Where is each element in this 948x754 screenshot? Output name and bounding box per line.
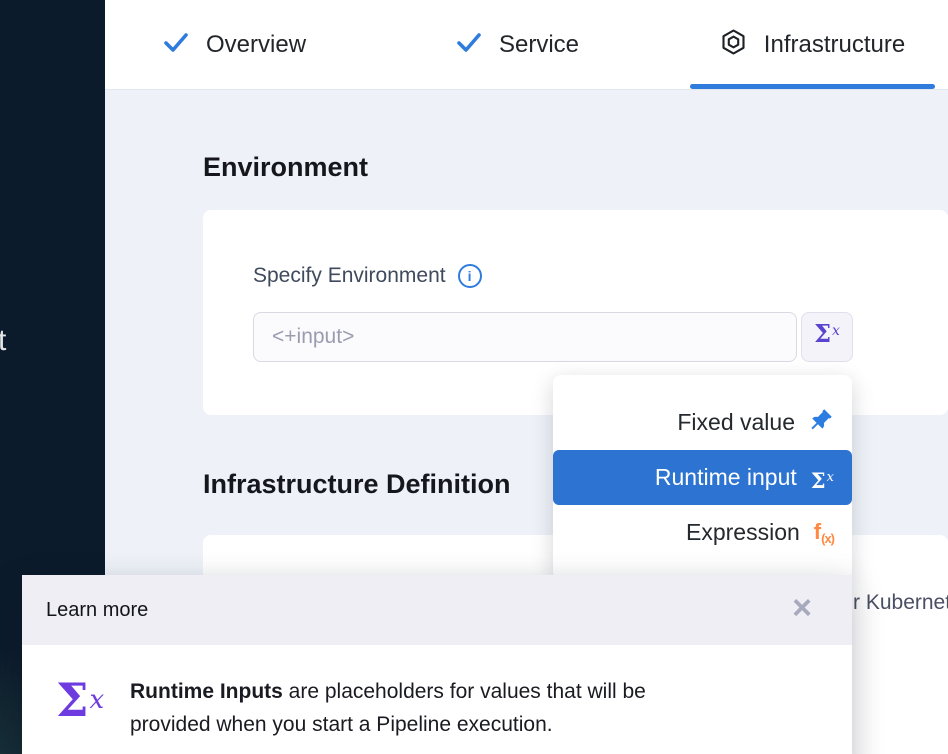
pin-icon: [809, 407, 834, 438]
hexagon-icon: [720, 28, 747, 63]
sidebar-clipped-text: t: [0, 324, 6, 358]
specify-environment-label-row: Specify Environment i: [253, 264, 482, 288]
multi-type-button[interactable]: Σ x: [801, 312, 853, 362]
menu-item-fixed-value[interactable]: Fixed value: [553, 395, 852, 450]
menu-item-runtime-input[interactable]: Runtime input Σ x: [553, 450, 852, 505]
check-icon: [456, 31, 482, 60]
popover-header: Learn more ×: [22, 575, 852, 645]
infrastructure-definition-heading: Infrastructure Definition: [203, 469, 511, 500]
menu-item-label: Runtime input: [655, 464, 797, 491]
tab-service-label: Service: [499, 31, 579, 59]
tab-infrastructure[interactable]: Infrastructure: [690, 0, 935, 90]
tab-infrastructure-label: Infrastructure: [764, 31, 905, 59]
popover-body: Σ x Runtime Inputs are placeholders for …: [22, 645, 852, 741]
menu-item-label: Fixed value: [677, 409, 795, 436]
info-icon[interactable]: i: [458, 264, 482, 288]
tab-overview-label: Overview: [206, 31, 306, 59]
infrastructure-step-page: t Overview Service Infrastructure: [0, 0, 948, 754]
sigma-x-icon: Σ: [814, 322, 831, 346]
sigma-x-icon: Σ x: [56, 677, 104, 723]
fx-icon: f(x): [814, 521, 834, 545]
specify-environment-label: Specify Environment: [253, 264, 446, 288]
value-type-dropdown: Fixed value Runtime input Σ x Expression…: [553, 375, 852, 580]
menu-item-label: Expression: [686, 519, 800, 546]
clipped-kubernetes-text: r Kubernetes: [853, 591, 948, 615]
tab-overview[interactable]: Overview: [163, 0, 306, 90]
menu-item-expression[interactable]: Expression f(x): [553, 505, 852, 560]
sigma-x-icon: Σ x: [811, 470, 834, 491]
learn-more-popover: Learn more × Σ x Runtime Inputs are plac…: [22, 575, 852, 754]
environment-input-row: Σ x: [253, 312, 853, 362]
step-tab-bar: Overview Service Infrastructure: [105, 0, 948, 90]
popover-title: Learn more: [46, 599, 148, 622]
tab-service[interactable]: Service: [456, 0, 579, 90]
active-tab-underline: [690, 84, 935, 89]
close-icon[interactable]: ×: [792, 589, 812, 627]
check-icon: [163, 31, 189, 60]
environment-heading: Environment: [203, 152, 368, 183]
popover-text: Runtime Inputs are placeholders for valu…: [130, 680, 646, 736]
environment-input[interactable]: [253, 312, 797, 362]
